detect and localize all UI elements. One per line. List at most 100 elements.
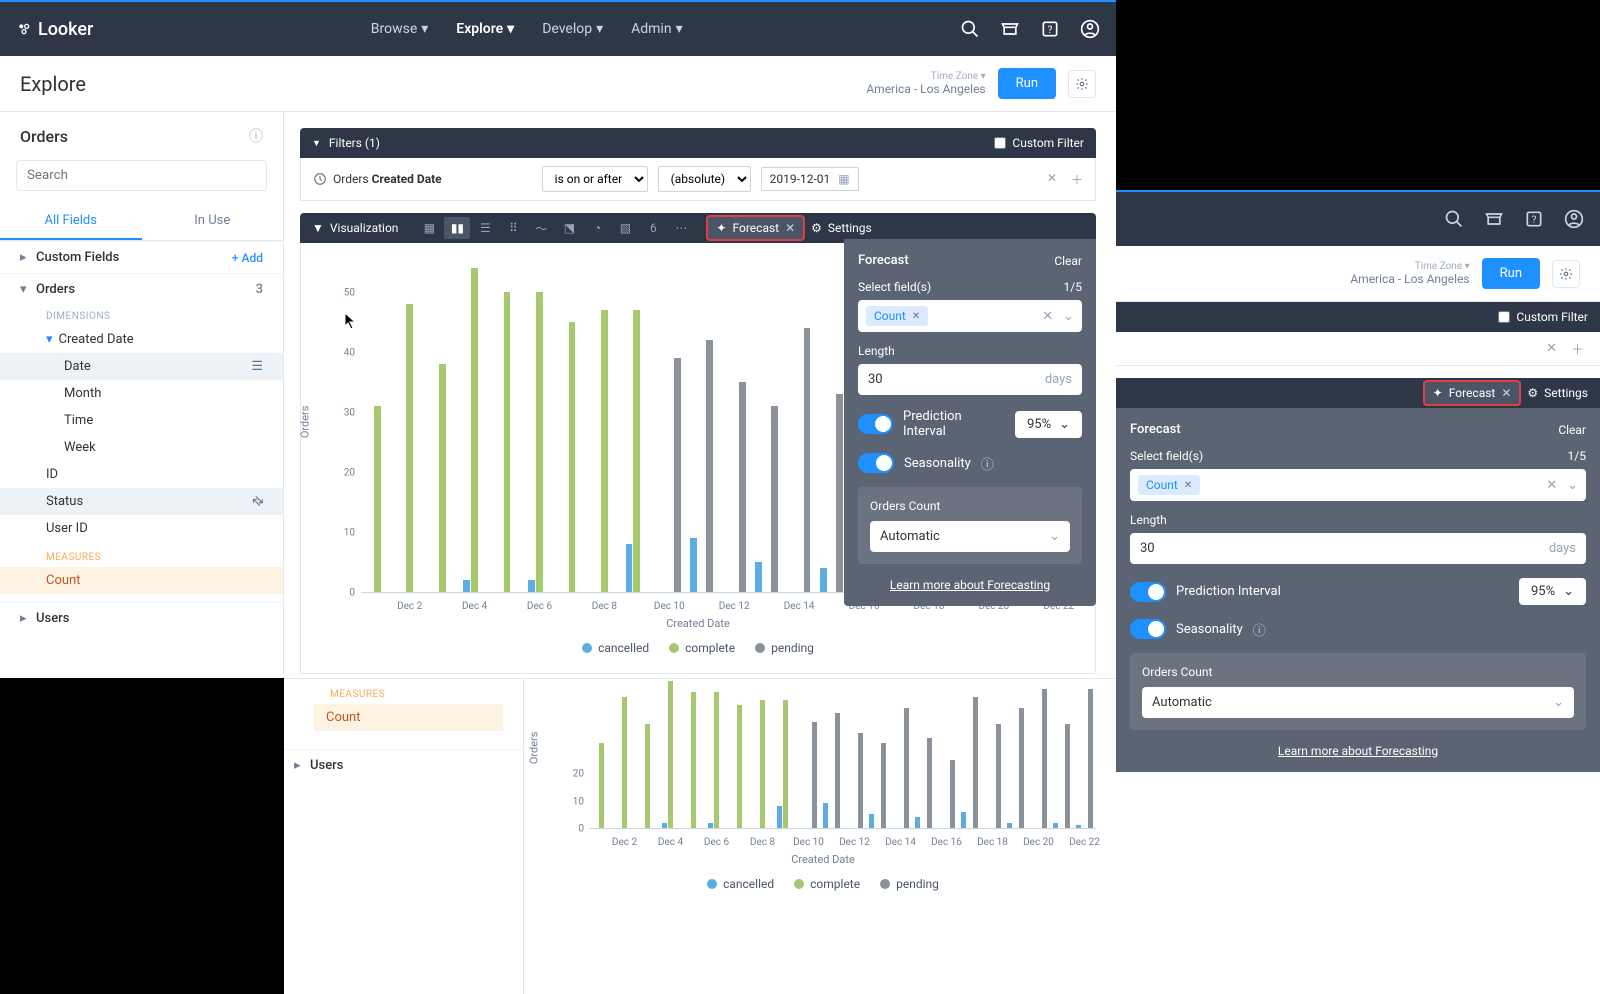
forecast-learn-link[interactable]: Learn more about Forecasting xyxy=(858,578,1082,592)
chip-remove-icon[interactable]: ✕ xyxy=(1184,480,1192,491)
field-id[interactable]: ID xyxy=(0,461,283,488)
measure-count[interactable]: Count xyxy=(314,704,503,731)
remove-filter-icon[interactable]: ✕ xyxy=(1047,171,1057,188)
prediction-interval-toggle[interactable] xyxy=(1130,582,1166,602)
gear-button[interactable] xyxy=(1068,70,1096,98)
viz-single-icon[interactable]: 6 xyxy=(640,217,666,239)
prediction-pct-select[interactable]: 95%⌄ xyxy=(1015,411,1082,438)
page-title: Explore xyxy=(20,72,86,96)
viz-line-icon[interactable]: 〜 xyxy=(528,217,554,239)
close-icon[interactable]: ✕ xyxy=(1501,386,1511,400)
forecast-panel: ForecastClear Select field(s)1/5 Count✕ … xyxy=(1116,408,1600,772)
forecast-clear[interactable]: Clear xyxy=(1558,423,1586,437)
filter-row: Orders Created Date is on or after (abso… xyxy=(300,158,1096,201)
filter-icon: ☰ xyxy=(251,359,263,374)
timezone[interactable]: Time Zone ▾ America - Los Angeles xyxy=(1350,261,1469,286)
info-icon[interactable]: ⓘ xyxy=(249,126,263,146)
users-section[interactable]: ▸Users xyxy=(0,602,283,634)
custom-filter-toggle[interactable]: Custom Filter xyxy=(1498,310,1588,324)
run-button[interactable]: Run xyxy=(998,68,1056,99)
field-month[interactable]: Month xyxy=(0,380,283,407)
sidebar: Orders ⓘ All Fields In Use ▸Custom Field… xyxy=(0,112,284,678)
close-icon[interactable]: ✕ xyxy=(785,221,795,235)
measure-count[interactable]: Count xyxy=(0,567,283,594)
filter-abs-select[interactable]: (absolute) xyxy=(658,166,751,192)
seasonality-toggle[interactable] xyxy=(1130,619,1166,639)
viz-map-icon[interactable]: ▧ xyxy=(612,217,638,239)
help-icon[interactable]: ⓘ xyxy=(981,454,994,473)
viz-bar-icon[interactable]: ▮▮ xyxy=(444,217,470,239)
run-button[interactable]: Run xyxy=(1482,258,1540,289)
help-icon[interactable]: ⓘ xyxy=(1253,620,1266,639)
calendar-icon: ▦ xyxy=(838,172,849,186)
chevron-down-icon[interactable]: ⌄ xyxy=(1567,478,1578,493)
custom-filter-toggle[interactable]: Custom Filter xyxy=(994,136,1084,150)
forecast-tab[interactable]: ✦Forecast✕ xyxy=(706,215,805,241)
field-week[interactable]: Week xyxy=(0,434,283,461)
viz-area-icon[interactable]: ⬔ xyxy=(556,217,582,239)
seasonality-toggle[interactable] xyxy=(858,453,894,473)
field-time[interactable]: Time xyxy=(0,407,283,434)
forecast-field-select[interactable]: Count✕ ✕⌄ xyxy=(1130,469,1586,501)
seasonality-mode-select[interactable]: Automatic⌄ xyxy=(870,521,1070,552)
user-icon[interactable] xyxy=(1080,19,1100,39)
sliders-icon: ⚙ xyxy=(811,221,822,235)
forecast-learn-link[interactable]: Learn more about Forecasting xyxy=(1130,744,1586,758)
chip-remove-icon[interactable]: ✕ xyxy=(912,311,920,322)
tab-all-fields[interactable]: All Fields xyxy=(0,203,142,240)
custom-fields-section[interactable]: ▸Custom Fields + Add xyxy=(0,241,283,273)
marketplace-icon[interactable] xyxy=(1000,19,1020,39)
nav-develop[interactable]: Develop ▾ xyxy=(542,21,603,37)
marketplace-icon[interactable] xyxy=(1484,209,1504,229)
forecast-clear[interactable]: Clear xyxy=(1054,254,1082,268)
add-filter-icon[interactable]: ＋ xyxy=(1071,171,1083,188)
tab-in-use[interactable]: In Use xyxy=(142,203,284,240)
filter-date-input[interactable]: 2019-12-01▦ xyxy=(761,167,859,191)
search-icon[interactable] xyxy=(1444,209,1464,229)
field-date[interactable]: Date☰ xyxy=(0,353,283,380)
chevron-down-icon[interactable]: ⌄ xyxy=(1063,309,1074,324)
users-section[interactable]: ▸Users xyxy=(284,749,523,781)
settings-tab[interactable]: ⚙Settings xyxy=(1527,386,1588,400)
gear-button[interactable] xyxy=(1552,260,1580,288)
field-created-date[interactable]: ▾Created Date xyxy=(0,326,283,353)
search-input[interactable] xyxy=(16,160,267,191)
viz-table-icon[interactable]: ▦ xyxy=(416,217,442,239)
forecast-title: Forecast xyxy=(858,253,909,268)
timezone[interactable]: Time Zone ▾ America - Los Angeles xyxy=(866,71,985,96)
help-icon[interactable]: ? xyxy=(1524,209,1544,229)
viz-scatter-icon[interactable]: ⠿ xyxy=(500,217,526,239)
field-user-id[interactable]: User ID xyxy=(0,515,283,542)
forecast-length-input[interactable]: 30days xyxy=(858,364,1082,395)
subheader: Explore Time Zone ▾ America - Los Angele… xyxy=(0,56,1116,112)
settings-tab[interactable]: ⚙Settings xyxy=(811,221,872,235)
viz-title[interactable]: Visualization xyxy=(330,221,399,235)
forecast-field-select[interactable]: Count✕ ✕⌄ xyxy=(858,300,1082,332)
filters-bar[interactable]: ▼Filters (1) Custom Filter xyxy=(300,128,1096,158)
forecast-tab[interactable]: ✦Forecast✕ xyxy=(1423,380,1522,406)
explore-name: Orders xyxy=(20,127,249,146)
add-filter-icon[interactable]: ＋ xyxy=(1571,339,1584,358)
nav-browse[interactable]: Browse ▾ xyxy=(371,21,429,37)
remove-filter-icon[interactable]: ✕ xyxy=(1546,341,1557,356)
field-status[interactable]: Status⇄ xyxy=(0,488,283,515)
orders-section[interactable]: ▾Orders 3 xyxy=(0,273,283,305)
top-nav: Looker Browse ▾ Explore ▾ Develop ▾ Admi… xyxy=(0,0,1116,56)
viz-column-icon[interactable]: ☰ xyxy=(472,217,498,239)
clear-icon[interactable]: ✕ xyxy=(1546,478,1557,493)
prediction-pct-select[interactable]: 95%⌄ xyxy=(1519,578,1586,605)
prediction-interval-toggle[interactable] xyxy=(858,414,893,434)
clear-icon[interactable]: ✕ xyxy=(1042,309,1053,324)
filter-op-select[interactable]: is on or after xyxy=(542,166,648,192)
seasonality-mode-select[interactable]: Automatic⌄ xyxy=(1142,687,1574,718)
forecast-length-input[interactable]: 30days xyxy=(1130,533,1586,564)
viz-more-icon[interactable]: ⋯ xyxy=(668,217,694,239)
user-icon[interactable] xyxy=(1564,209,1584,229)
search-icon[interactable] xyxy=(960,19,980,39)
nav-admin[interactable]: Admin ▾ xyxy=(631,21,682,37)
filters-bar[interactable]: Custom Filter xyxy=(1116,302,1600,332)
viz-pie-icon[interactable]: ◔ xyxy=(584,217,610,239)
add-custom-field[interactable]: + Add xyxy=(232,251,263,265)
nav-explore[interactable]: Explore ▾ xyxy=(456,21,514,37)
help-icon[interactable]: ? xyxy=(1040,19,1060,39)
